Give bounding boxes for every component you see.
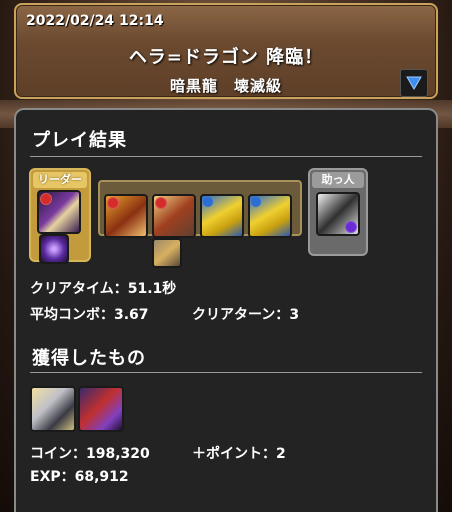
fire-attribute-icon	[40, 193, 52, 205]
clear-turns-value: 3	[289, 307, 300, 323]
divider	[30, 156, 422, 157]
clear-time-label: クリアタイム：	[30, 281, 128, 297]
average-combo: 平均コンボ：3.67	[30, 304, 149, 324]
clear-datetime: 2022/02/24 12:14	[26, 13, 164, 29]
leader-monster-icon[interactable]	[37, 190, 81, 234]
divider	[30, 372, 422, 373]
avg-combo-value: 3.67	[114, 307, 149, 323]
helper-slot[interactable]: 助っ人	[308, 168, 368, 256]
sub-monster-4-icon[interactable]	[248, 194, 292, 238]
fire-attribute-icon	[155, 197, 167, 209]
triangle-down-icon	[406, 76, 422, 90]
plus-points-value: 2	[276, 446, 286, 462]
result-panel: プレイ結果 リーダー 助っ人 クリアタイム：51.1秒 平均コンボ：3.67 ク…	[14, 108, 438, 512]
helper-label: 助っ人	[312, 172, 364, 188]
dungeon-difficulty: 暗黒龍 壊滅級	[169, 77, 282, 95]
coin-value: 198,320	[86, 446, 150, 462]
sub-monster-1-icon[interactable]	[104, 194, 148, 238]
exp-label: EXP：	[30, 469, 75, 485]
coin-label: コイン：	[30, 446, 86, 462]
leader-label: リーダー	[33, 172, 87, 188]
sub-assist-icon[interactable]	[152, 238, 182, 268]
clear-time: クリアタイム：51.1秒	[30, 278, 176, 298]
clear-turns: クリアターン：3	[192, 304, 299, 324]
play-result-title: プレイ結果	[32, 130, 127, 151]
water-attribute-icon	[251, 197, 261, 207]
fire-attribute-icon	[107, 197, 119, 209]
dark-attribute-icon	[345, 221, 357, 233]
leader-assist-icon[interactable]	[39, 234, 69, 264]
leader-slot[interactable]: リーダー	[29, 168, 91, 264]
plus-points-label: ＋ポイント：	[192, 446, 276, 462]
plus-points: ＋ポイント：2	[192, 443, 286, 463]
clear-turns-label: クリアターン：	[192, 307, 290, 323]
water-attribute-icon	[203, 197, 213, 207]
avg-combo-label: 平均コンボ：	[30, 307, 114, 323]
sub-monster-3-icon[interactable]	[200, 194, 244, 238]
exp: EXP：68,912	[30, 466, 129, 486]
reward-monster-1-icon[interactable]	[30, 386, 76, 432]
sub-monster-2-icon[interactable]	[152, 194, 196, 238]
exp-value: 68,912	[74, 469, 129, 485]
reward-monster-2-icon[interactable]	[78, 386, 124, 432]
clear-time-value: 51.1秒	[127, 281, 177, 297]
rewards-title: 獲得したもの	[32, 348, 146, 369]
dungeon-title: ヘラ=ドラゴン 降臨！	[128, 47, 324, 68]
dungeon-header: 2022/02/24 12:14 ヘラ=ドラゴン 降臨！ 暗黒龍 壊滅級	[14, 3, 438, 99]
helper-monster-icon[interactable]	[316, 192, 360, 236]
expand-button[interactable]	[400, 69, 428, 97]
coin: コイン：198,320	[30, 443, 150, 463]
